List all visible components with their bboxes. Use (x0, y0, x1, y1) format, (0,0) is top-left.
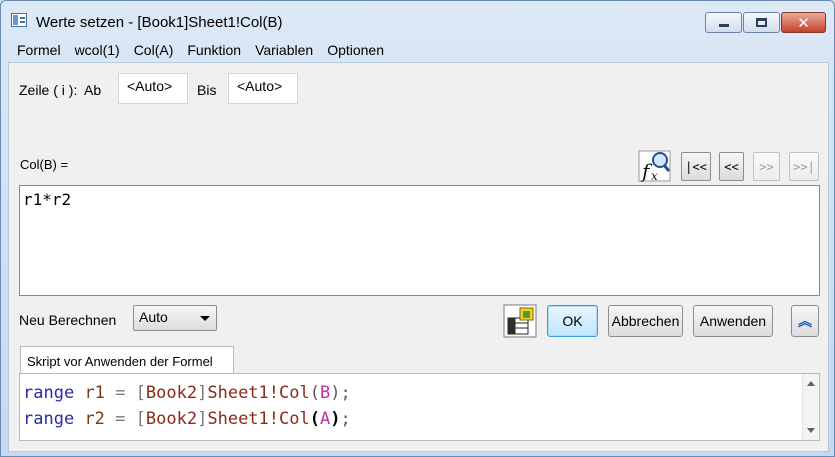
app-icon (11, 13, 27, 27)
ok-button[interactable]: OK (547, 305, 598, 337)
menu-bar: Formel wcol(1) Col(A) Funktion Variablen… (8, 38, 478, 62)
script-scrollbar[interactable] (802, 374, 819, 440)
menu-optionen[interactable]: Optionen (327, 42, 384, 58)
maximize-button[interactable] (743, 12, 780, 33)
maximize-icon (756, 18, 767, 27)
recalculate-dropdown[interactable]: Auto (133, 305, 217, 331)
prev-button[interactable]: << (719, 152, 744, 181)
minimize-button[interactable] (705, 12, 742, 33)
main-panel: Zeile ( i ): Ab <Auto> Bis <Auto> Col(B)… (8, 62, 829, 452)
cancel-button[interactable]: Abbrechen (608, 305, 683, 337)
title-bar[interactable]: Werte setzen - [Book1]Sheet1!Col(B) ✕ (1, 1, 834, 37)
chevron-down-icon (200, 316, 210, 321)
menu-funktion[interactable]: Funktion (187, 42, 241, 58)
first-button[interactable]: |<< (681, 152, 711, 181)
menu-formel[interactable]: Formel (17, 42, 61, 58)
formula-editor[interactable]: r1*r2 (19, 185, 820, 296)
window-title: Werte setzen - [Book1]Sheet1!Col(B) (36, 14, 283, 31)
close-button[interactable]: ✕ (781, 12, 826, 33)
chevron-up-icon: ︽ (798, 313, 812, 329)
script-line: range r2 = [Book2]Sheet1!Col(A); (23, 409, 351, 429)
close-icon: ✕ (797, 13, 810, 32)
svg-text:x: x (651, 169, 658, 183)
script-line: range r1 = [Book2]Sheet1!Col(B); (23, 383, 351, 403)
menu-wcol[interactable]: wcol(1) (75, 42, 120, 58)
menu-col-a[interactable]: Col(A) (134, 42, 174, 58)
to-field[interactable]: <Auto> (228, 73, 298, 104)
row-label: Zeile ( i ): (19, 82, 78, 98)
tab-script[interactable]: Skript vor Anwenden der Formel (20, 346, 234, 374)
dialog-window: Werte setzen - [Book1]Sheet1!Col(B) ✕ Fo… (0, 0, 835, 457)
formula-label: Col(B) = (20, 157, 69, 172)
from-field[interactable]: <Auto> (118, 73, 188, 104)
scroll-up-icon[interactable] (807, 381, 815, 386)
function-search-button[interactable]: f x (638, 149, 672, 183)
last-button[interactable]: >>| (789, 152, 819, 181)
to-label: Bis (197, 82, 217, 98)
menu-variablen[interactable]: Variablen (255, 42, 313, 58)
collapse-button[interactable]: ︽ (791, 305, 819, 337)
recalculate-value: Auto (139, 309, 168, 325)
script-panel-button[interactable] (503, 304, 537, 338)
worksheet-script-icon (503, 304, 537, 338)
recalculate-label: Neu Berechnen (19, 312, 117, 328)
apply-button[interactable]: Anwenden (693, 305, 773, 337)
from-label: Ab (84, 82, 102, 98)
minimize-icon (718, 24, 729, 27)
fx-search-icon: f x (638, 150, 671, 183)
scroll-down-icon[interactable] (807, 428, 815, 433)
next-button[interactable]: >> (753, 152, 780, 181)
script-editor[interactable]: range r1 = [Book2]Sheet1!Col(B); range r… (19, 373, 820, 441)
